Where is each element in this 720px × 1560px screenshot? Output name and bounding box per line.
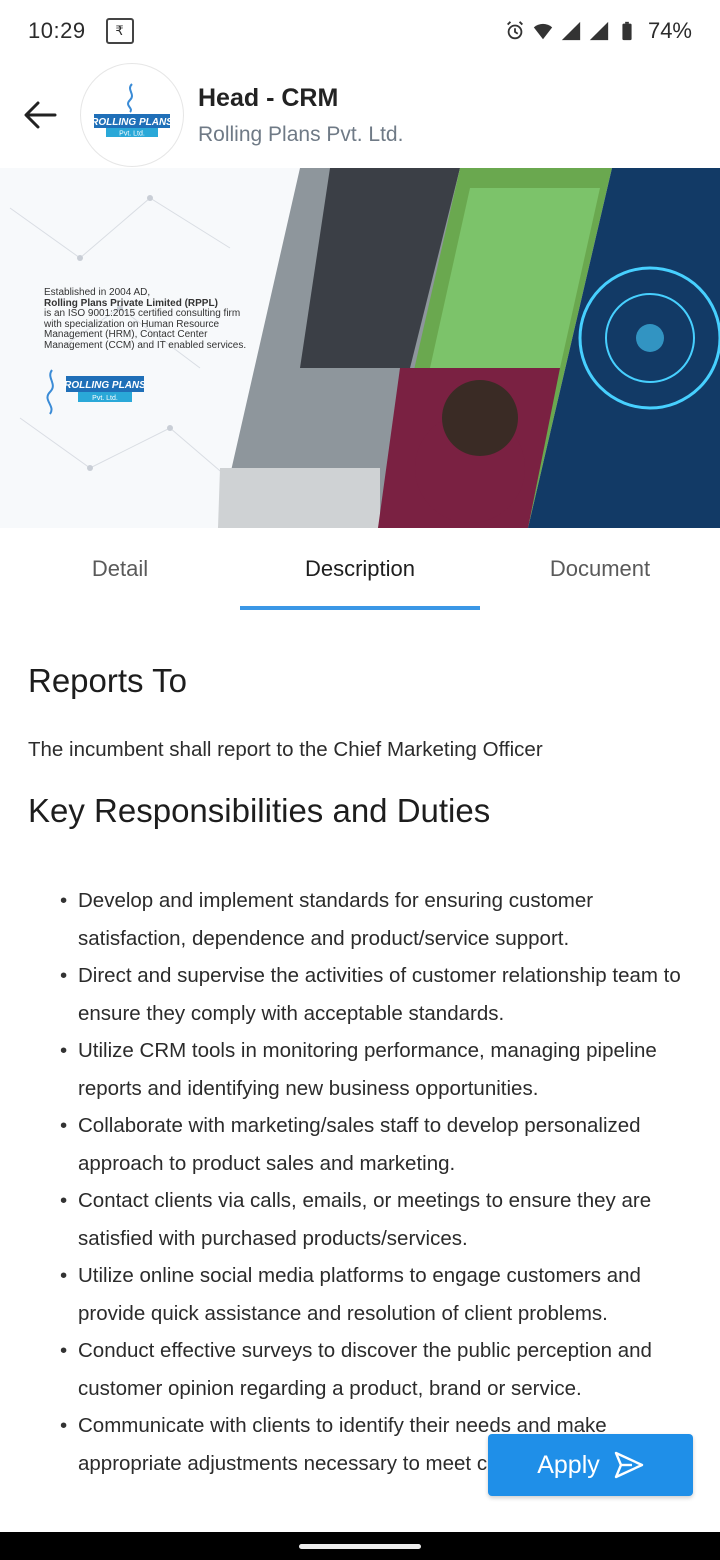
list-item: Conduct effective surveys to discover th… [60, 1332, 698, 1407]
svg-text:Pvt. Ltd.: Pvt. Ltd. [119, 131, 145, 138]
banner-line-3: is an ISO 9001:2015 certified consulting… [44, 308, 247, 351]
tab-bar: Detail Description Document [0, 528, 720, 610]
signal-icon [589, 21, 609, 41]
app-badge-icon: ₹ [105, 18, 134, 44]
list-item: Direct and supervise the activities of c… [60, 957, 698, 1032]
battery-icon [622, 21, 632, 41]
status-bar: 10:29 ₹ 74% [0, 0, 720, 62]
banner-text: Established in 2004 AD, Rolling Plans Pr… [44, 287, 254, 351]
list-item: Utilize CRM tools in monitoring performa… [60, 1032, 698, 1107]
battery-percent: 74% [647, 18, 692, 43]
status-time: 10:29 [28, 18, 86, 43]
status-icons: 74% [504, 18, 692, 44]
list-item: Collaborate with marketing/sales staff t… [60, 1107, 698, 1182]
app-header: ROLLING PLANS Pvt. Ltd. Head - CRM Rolli… [0, 62, 720, 168]
duties-heading: Key Responsibilities and Duties [28, 792, 491, 829]
send-icon [614, 1451, 643, 1479]
banner-logo: ROLLING PLANS Pvt. Ltd. [44, 368, 146, 420]
alarm-icon [506, 21, 523, 40]
banner-logo-text: ROLLING PLANS [64, 380, 144, 391]
list-item: Develop and implement standards for ensu… [60, 882, 698, 957]
svg-text:ROLLING PLANS: ROLLING PLANS [92, 117, 172, 128]
wifi-icon [533, 23, 553, 40]
company-banner: Established in 2004 AD, Rolling Plans Pr… [0, 168, 720, 528]
apply-label: Apply [537, 1450, 600, 1479]
tab-detail[interactable]: Detail [0, 528, 240, 610]
header-text: Head - CRM Rolling Plans Pvt. Ltd. [198, 84, 403, 147]
home-gesture-handle[interactable] [299, 1544, 421, 1549]
tab-description[interactable]: Description [240, 528, 480, 610]
banner-line-1: Established in 2004 AD, [44, 287, 151, 298]
system-nav-bar [0, 1532, 720, 1560]
reports-text: The incumbent shall report to the Chief … [28, 738, 543, 761]
tab-document[interactable]: Document [480, 528, 720, 610]
list-item: Utilize online social media platforms to… [60, 1257, 698, 1332]
banner-logo-sub: Pvt. Ltd. [92, 395, 118, 402]
rolling-plans-logo: ROLLING PLANS Pvt. Ltd. [92, 83, 172, 138]
company-name: Rolling Plans Pvt. Ltd. [198, 122, 404, 146]
signal-icon [561, 21, 581, 41]
description-content: Reports To The incumbent shall report to… [28, 610, 698, 1482]
apply-button[interactable]: Apply [488, 1434, 693, 1496]
company-logo: ROLLING PLANS Pvt. Ltd. [80, 63, 184, 167]
back-button[interactable] [0, 75, 80, 155]
job-title: Head - CRM [198, 83, 339, 112]
list-item: Contact clients via calls, emails, or me… [60, 1182, 698, 1257]
reports-heading: Reports To [28, 662, 187, 699]
arrow-left-icon [24, 101, 57, 129]
duties-list: Develop and implement standards for ensu… [28, 882, 698, 1482]
